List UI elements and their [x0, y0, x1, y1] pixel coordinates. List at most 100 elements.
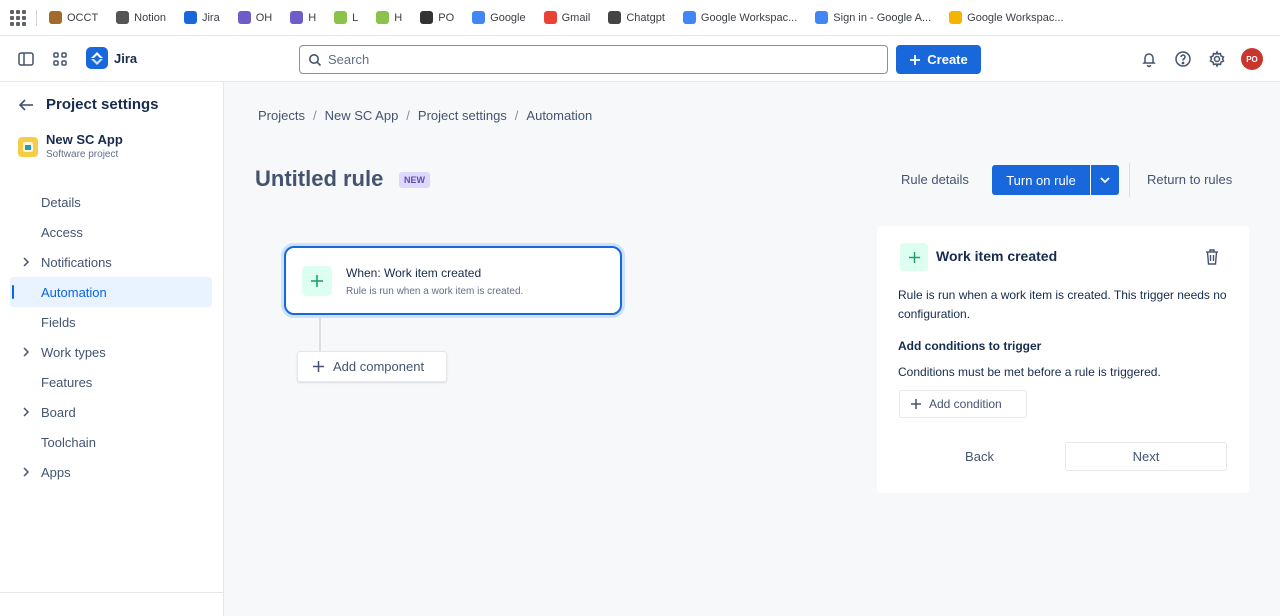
trigger-plus-icon	[900, 243, 928, 271]
bookmark-label: Jira	[201, 11, 220, 24]
google-icon	[472, 11, 486, 24]
breadcrumb-separator: /	[406, 108, 410, 123]
leaf-icon	[376, 11, 390, 24]
sidebar-item-notifications[interactable]: Notifications	[10, 247, 212, 277]
bookmark-item[interactable]: Sign in - Google A...	[815, 11, 931, 24]
next-button[interactable]: Next	[1065, 442, 1227, 471]
turn-on-options-button[interactable]	[1091, 165, 1119, 195]
bookmark-label: Sign in - Google A...	[833, 11, 932, 24]
bookmark-item[interactable]: L	[334, 11, 358, 24]
sidebar-item-access[interactable]: Access	[10, 217, 212, 247]
user-avatar[interactable]: PO	[1241, 48, 1263, 70]
bookmark-label: Gmail	[561, 11, 591, 24]
globe-icon	[420, 11, 434, 24]
bookmark-item[interactable]: OCCT	[49, 11, 98, 24]
sidebar-item-label: Fields	[41, 314, 76, 330]
jira-icon	[183, 11, 197, 24]
breadcrumb-project[interactable]: New SC App	[325, 108, 399, 123]
sidebar-toggle-icon[interactable]	[17, 50, 35, 68]
project-name: New SC App	[46, 132, 123, 147]
sidebar-item-work-types[interactable]: Work types	[10, 337, 212, 367]
sidebar-item-toolchain[interactable]: Toolchain	[10, 427, 212, 457]
sidebar-item-label: Notifications	[41, 254, 112, 270]
new-badge: NEW	[399, 172, 430, 188]
chatgpt-icon	[608, 11, 622, 24]
trigger-config-panel: Work item created Rule is run when a wor…	[877, 226, 1249, 493]
conditions-description: Conditions must be met before a rule is …	[898, 365, 1161, 379]
bookmark-item[interactable]: Google	[472, 11, 526, 24]
rule-title[interactable]: Untitled rule	[255, 166, 383, 192]
sidebar-item-label: Apps	[41, 464, 71, 480]
sidebar-item-label: Board	[41, 404, 76, 420]
chevron-right-icon[interactable]	[20, 466, 32, 478]
plus-icon	[313, 361, 324, 372]
bookmark-item[interactable]: H	[290, 11, 316, 24]
bookmark-item[interactable]: OH	[237, 11, 272, 24]
return-to-rules-button[interactable]: Return to rules	[1147, 172, 1232, 187]
breadcrumb-automation[interactable]: Automation	[526, 108, 592, 123]
panel-title: Work item created	[936, 248, 1058, 264]
plus-icon	[910, 54, 921, 65]
trash-icon[interactable]	[1204, 248, 1220, 266]
bookmark-item[interactable]: Google Workspac...	[949, 11, 1064, 24]
chevron-right-icon[interactable]	[20, 346, 32, 358]
top-navigation: Jira Create PO	[0, 36, 1280, 82]
create-button[interactable]: Create	[896, 45, 981, 74]
bookmark-label: Chatgpt	[626, 11, 665, 24]
sidebar-item-apps[interactable]: Apps	[10, 457, 212, 487]
breadcrumb-projects[interactable]: Projects	[258, 108, 305, 123]
bookmark-item[interactable]: Jira	[183, 11, 220, 24]
bookmark-label: Google	[490, 11, 526, 24]
bookmark-label: H	[394, 11, 403, 24]
sidebar-item-fields[interactable]: Fields	[10, 307, 212, 337]
bookmark-item[interactable]: PO	[420, 11, 454, 24]
rule-details-button[interactable]: Rule details	[901, 172, 969, 187]
settings-gear-icon[interactable]	[1208, 50, 1226, 68]
sidebar-item-automation[interactable]: Automation	[10, 277, 212, 307]
create-button-label: Create	[927, 52, 968, 67]
add-component-label: Add component	[333, 359, 425, 374]
breadcrumb: Projects / New SC App / Project settings…	[258, 108, 592, 123]
bookmark-label: Google Workspac...	[700, 11, 798, 24]
chevron-right-icon[interactable]	[20, 256, 32, 268]
sidebar-nav: Details Access Notifications Automation …	[10, 187, 212, 487]
panel-description: Rule is run when a work item is created.…	[898, 288, 1227, 321]
sidebar-item-board[interactable]: Board	[10, 397, 212, 427]
component-connector	[319, 318, 321, 354]
add-condition-button[interactable]: Add condition	[899, 390, 1027, 418]
bookmark-item[interactable]: Notion	[116, 11, 166, 24]
search-box[interactable]	[299, 45, 888, 74]
apps-grid-icon[interactable]	[10, 9, 26, 26]
project-header[interactable]: New SC App Software project	[18, 132, 123, 160]
sidebar-footer	[0, 592, 224, 616]
help-icon[interactable]	[1174, 50, 1192, 68]
turn-on-rule-button[interactable]: Turn on rule	[992, 165, 1090, 195]
sidebar-item-details[interactable]: Details	[10, 187, 212, 217]
chevron-down-icon	[1100, 177, 1110, 184]
google-icon	[682, 11, 696, 24]
bookmark-item[interactable]: Chatgpt	[608, 11, 665, 24]
back-button[interactable]: Back	[901, 442, 1058, 471]
gmail-icon	[543, 11, 557, 24]
project-avatar-icon	[18, 137, 38, 157]
folder-icon	[949, 11, 963, 24]
bookmark-item[interactable]: H	[376, 11, 402, 24]
bookmark-item[interactable]: Gmail	[543, 11, 591, 24]
jira-logo[interactable]: Jira	[86, 47, 137, 69]
breadcrumb-project-settings[interactable]: Project settings	[418, 108, 507, 123]
breadcrumb-separator: /	[312, 108, 317, 123]
arrow-left-icon	[18, 98, 33, 111]
sidebar-item-features[interactable]: Features	[10, 367, 212, 397]
google-icon	[815, 11, 829, 24]
chevron-right-icon[interactable]	[20, 406, 32, 418]
trigger-card[interactable]: When: Work item created Rule is run when…	[284, 246, 622, 315]
bookmark-item[interactable]: Google Workspac...	[682, 11, 798, 24]
notifications-bell-icon[interactable]	[1140, 50, 1158, 68]
search-input[interactable]	[328, 52, 868, 67]
app-switcher-icon[interactable]	[51, 50, 69, 68]
back-to-project-settings[interactable]: Project settings	[18, 96, 159, 113]
add-component-button[interactable]: Add component	[297, 351, 447, 382]
bookmark-label: OCCT	[67, 11, 99, 24]
sidebar-heading: Project settings	[46, 96, 159, 113]
bookmark-label: PO	[438, 11, 455, 24]
